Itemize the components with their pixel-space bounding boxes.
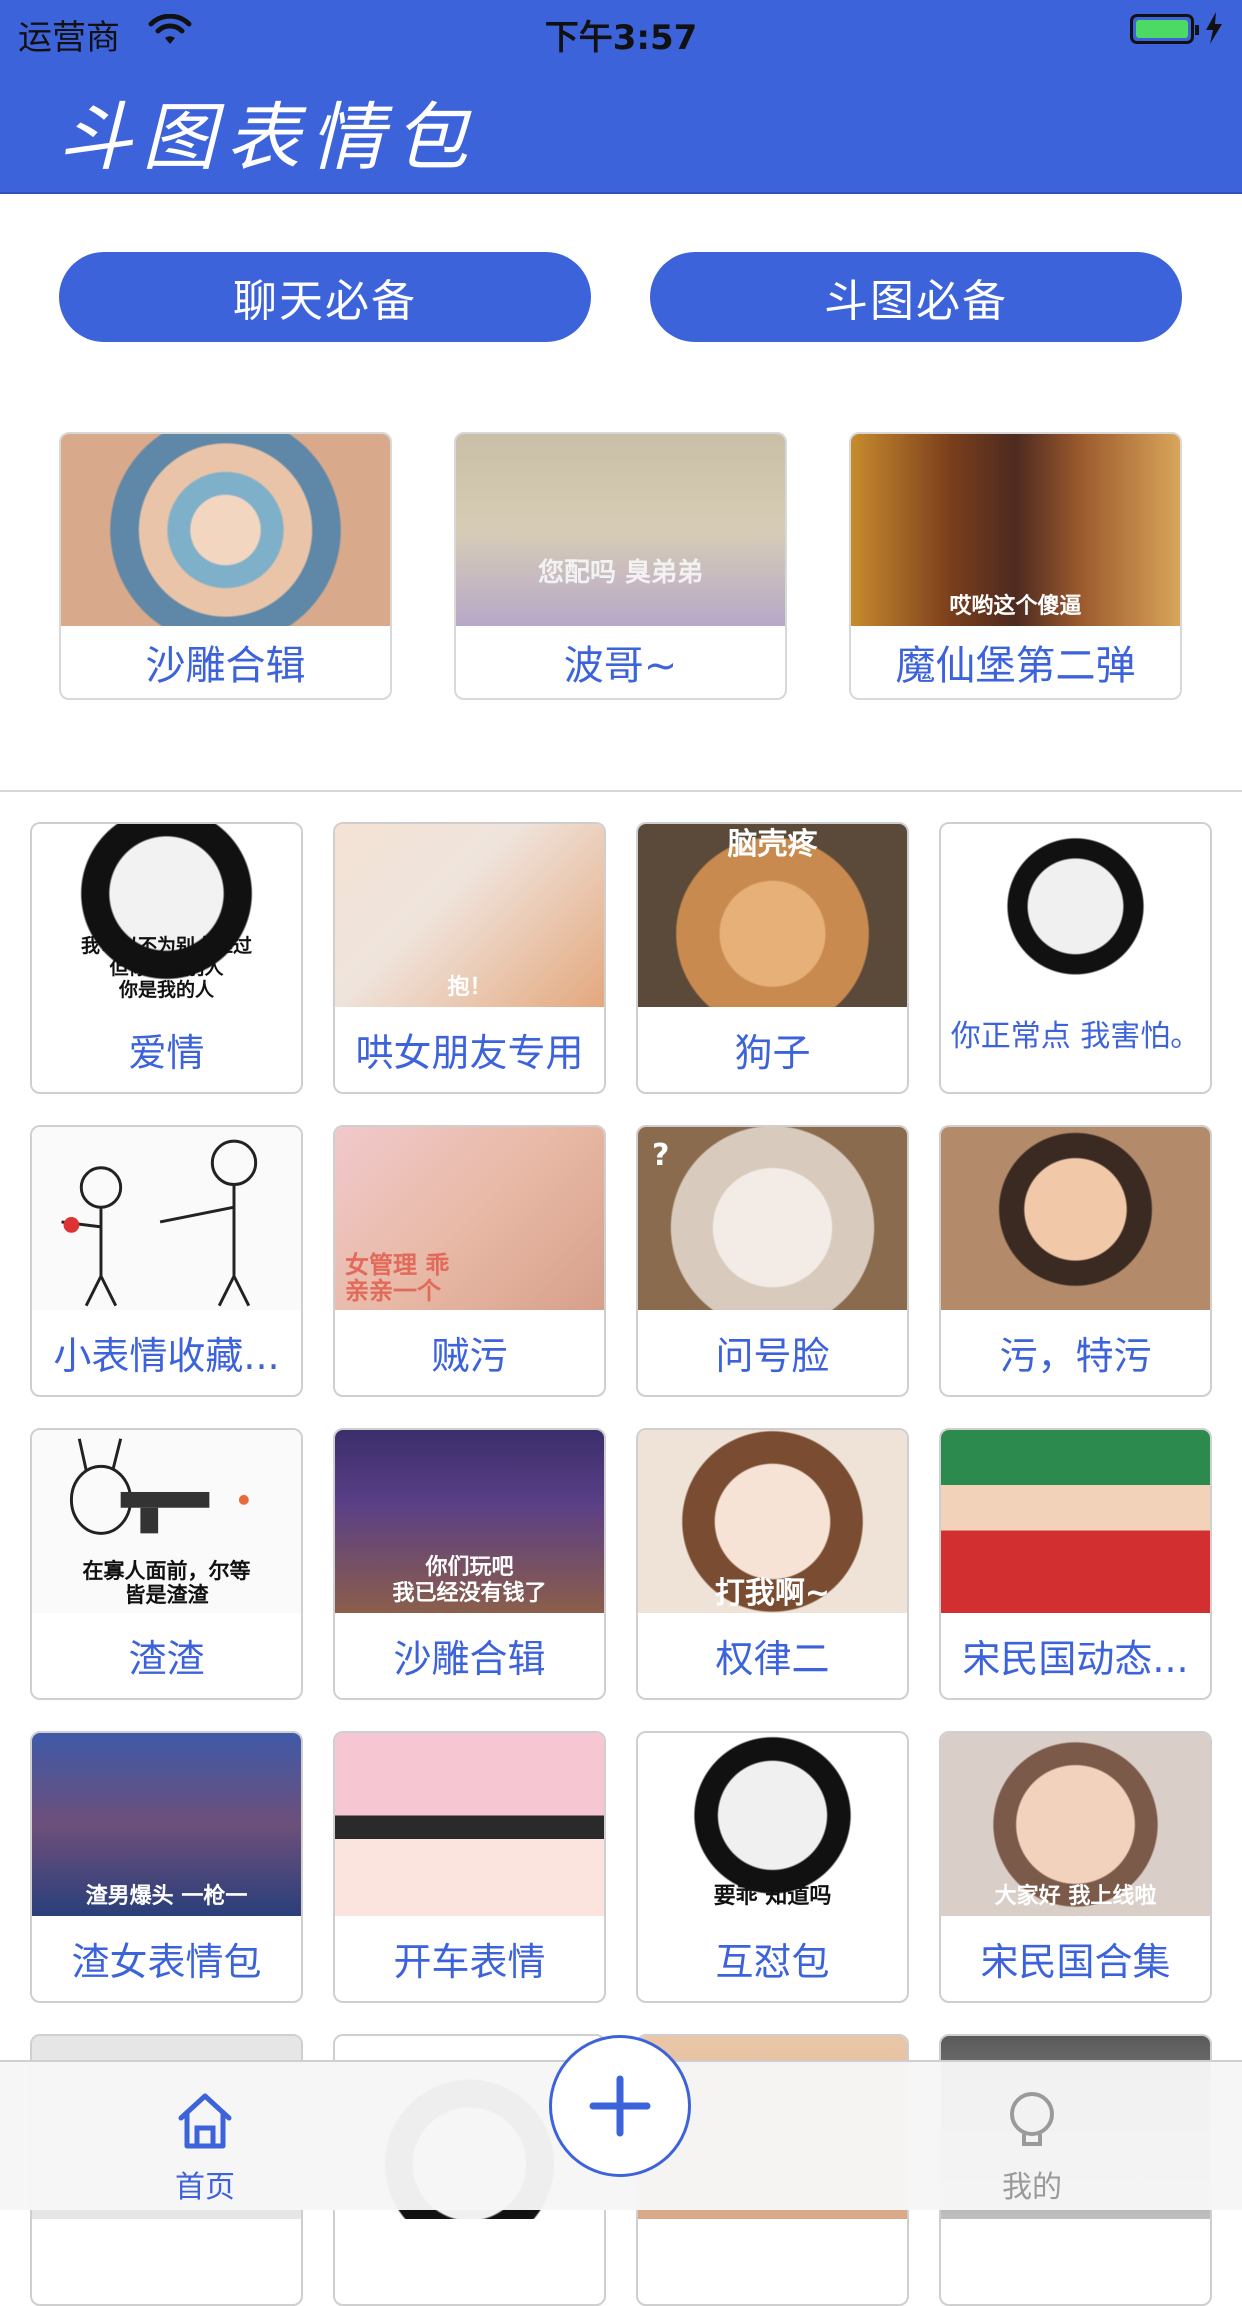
emoji-pack-card[interactable]: 渣男爆头 一枪一 渣女表情包	[30, 1731, 303, 2003]
emoji-pack-card[interactable]: 你们玩吧 我已经没有钱了 沙雕合辑	[333, 1428, 606, 1700]
emoji-pack-card[interactable]: 要乖 知道吗 互怼包	[636, 1731, 909, 2003]
pack-thumbnail: 要乖 知道吗	[638, 1733, 907, 1916]
pack-label: 污，特污	[999, 1334, 1152, 1378]
pack-label: 问号脸	[715, 1334, 830, 1378]
doutu-essentials-button[interactable]: 斗图必备	[650, 252, 1182, 342]
pack-thumbnail: 大家好 我上线啦	[941, 1733, 1210, 1916]
emoji-pack-card[interactable]: 在寡人面前，尔等 皆是渣渣 渣渣	[30, 1428, 303, 1700]
pack-label: 沙雕合辑	[393, 1637, 546, 1681]
emoji-pack-card[interactable]: 抱！ 哄女朋友专用	[333, 822, 606, 1094]
pack-thumbnail: 你们玩吧 我已经没有钱了	[335, 1430, 604, 1613]
pack-thumbnail: 女管理 乖 亲亲一个	[335, 1127, 604, 1310]
featured-card[interactable]: 您配吗 臭弟弟 波哥~	[454, 432, 787, 700]
status-time: 下午3:57	[544, 18, 698, 58]
pack-thumbnail	[32, 1127, 301, 1310]
pack-label: 渣渣	[128, 1637, 205, 1681]
pack-label: 渣女表情包	[71, 1940, 262, 1984]
tab-me-label: 我的	[1002, 2170, 1062, 2205]
pack-thumbnail: 在寡人面前，尔等 皆是渣渣	[32, 1430, 301, 1613]
featured-card[interactable]: 沙雕合辑	[59, 432, 392, 700]
featured-card[interactable]: 哎哟这个傻逼 魔仙堡第二弹	[849, 432, 1182, 700]
pack-label: 你正常点 我害怕。	[950, 1019, 1201, 1054]
pack-label: 哄女朋友专用	[355, 1031, 584, 1075]
featured-thumbnail	[61, 434, 390, 626]
emoji-pack-card[interactable]: 大家好 我上线啦 宋民国合集	[939, 1731, 1212, 2003]
pack-thumbnail	[335, 1733, 604, 1916]
tab-me[interactable]: 我的	[932, 2062, 1132, 2210]
emoji-pack-card[interactable]: 污，特污	[939, 1125, 1212, 1397]
emoji-pack-card[interactable]: ? 问号脸	[636, 1125, 909, 1397]
featured-thumbnail: 您配吗 臭弟弟	[456, 434, 785, 626]
pack-thumbnail	[941, 1127, 1210, 1310]
pack-thumbnail	[941, 824, 1210, 1007]
pack-label: 开车表情	[393, 1940, 546, 1984]
featured-label: 魔仙堡第二弹	[895, 643, 1136, 689]
pack-label: 狗子	[734, 1031, 811, 1075]
featured-label: 波哥~	[563, 643, 678, 689]
pack-label: 贼污	[431, 1334, 508, 1378]
emoji-pack-card[interactable]: 开车表情	[333, 1731, 606, 2003]
chat-essentials-button[interactable]: 聊天必备	[59, 252, 591, 342]
pack-thumbnail: ?	[638, 1127, 907, 1310]
stick-figures-illustration	[61, 1139, 258, 1307]
plus-icon	[589, 2075, 651, 2137]
add-button[interactable]	[549, 2035, 691, 2177]
featured-thumbnail: 哎哟这个傻逼	[851, 434, 1180, 626]
page-title: 斗图表情包	[58, 95, 478, 181]
header: 运营商 下午3:57 斗图表情包	[0, 0, 1242, 194]
emoji-pack-card[interactable]: 女管理 乖 亲亲一个 贼污	[333, 1125, 606, 1397]
pack-label: 爱情	[128, 1031, 205, 1075]
featured-label: 沙雕合辑	[145, 643, 306, 689]
emoji-pack-card[interactable]: 小表情收藏...	[30, 1125, 303, 1397]
pack-thumbnail: 脑壳疼	[638, 824, 907, 1007]
emoji-pack-card[interactable]: 宋民国动态...	[939, 1428, 1212, 1700]
pack-thumbnail	[941, 1430, 1210, 1613]
pack-label: 互怼包	[715, 1940, 830, 1984]
bolt-icon	[1206, 12, 1222, 44]
emoji-pack-card[interactable]: 脑壳疼 狗子	[636, 822, 909, 1094]
emoji-pack-card[interactable]: 打我啊~ 权律二	[636, 1428, 909, 1700]
rabbit-gun-illustration	[69, 1438, 249, 1535]
pack-label: 小表情收藏...	[53, 1334, 280, 1378]
status-bar: 运营商 下午3:57	[0, 0, 1242, 60]
tab-home[interactable]: 首页	[105, 2062, 305, 2210]
pack-label: 权律二	[715, 1637, 830, 1681]
battery-icon	[1130, 14, 1199, 44]
home-icon	[178, 2093, 232, 2149]
tab-home-label: 首页	[175, 2170, 235, 2205]
pack-thumbnail: 抱！	[335, 824, 604, 1007]
pack-label: 宋民国动态...	[962, 1637, 1189, 1681]
pack-thumbnail: 打我啊~	[638, 1430, 907, 1613]
section-divider	[0, 790, 1242, 792]
pack-thumbnail: 我可以不为别人难过 但你不是别人 你是我的人	[32, 824, 301, 1007]
emoji-pack-card[interactable]: 你正常点 我害怕。	[939, 822, 1212, 1094]
pack-thumbnail: 渣男爆头 一枪一	[32, 1733, 301, 1916]
pack-label: 宋民国合集	[980, 1940, 1171, 1984]
lightbulb-icon	[1010, 2092, 1054, 2146]
emoji-pack-card[interactable]: 我可以不为别人难过 但你不是别人 你是我的人 爱情	[30, 822, 303, 1094]
